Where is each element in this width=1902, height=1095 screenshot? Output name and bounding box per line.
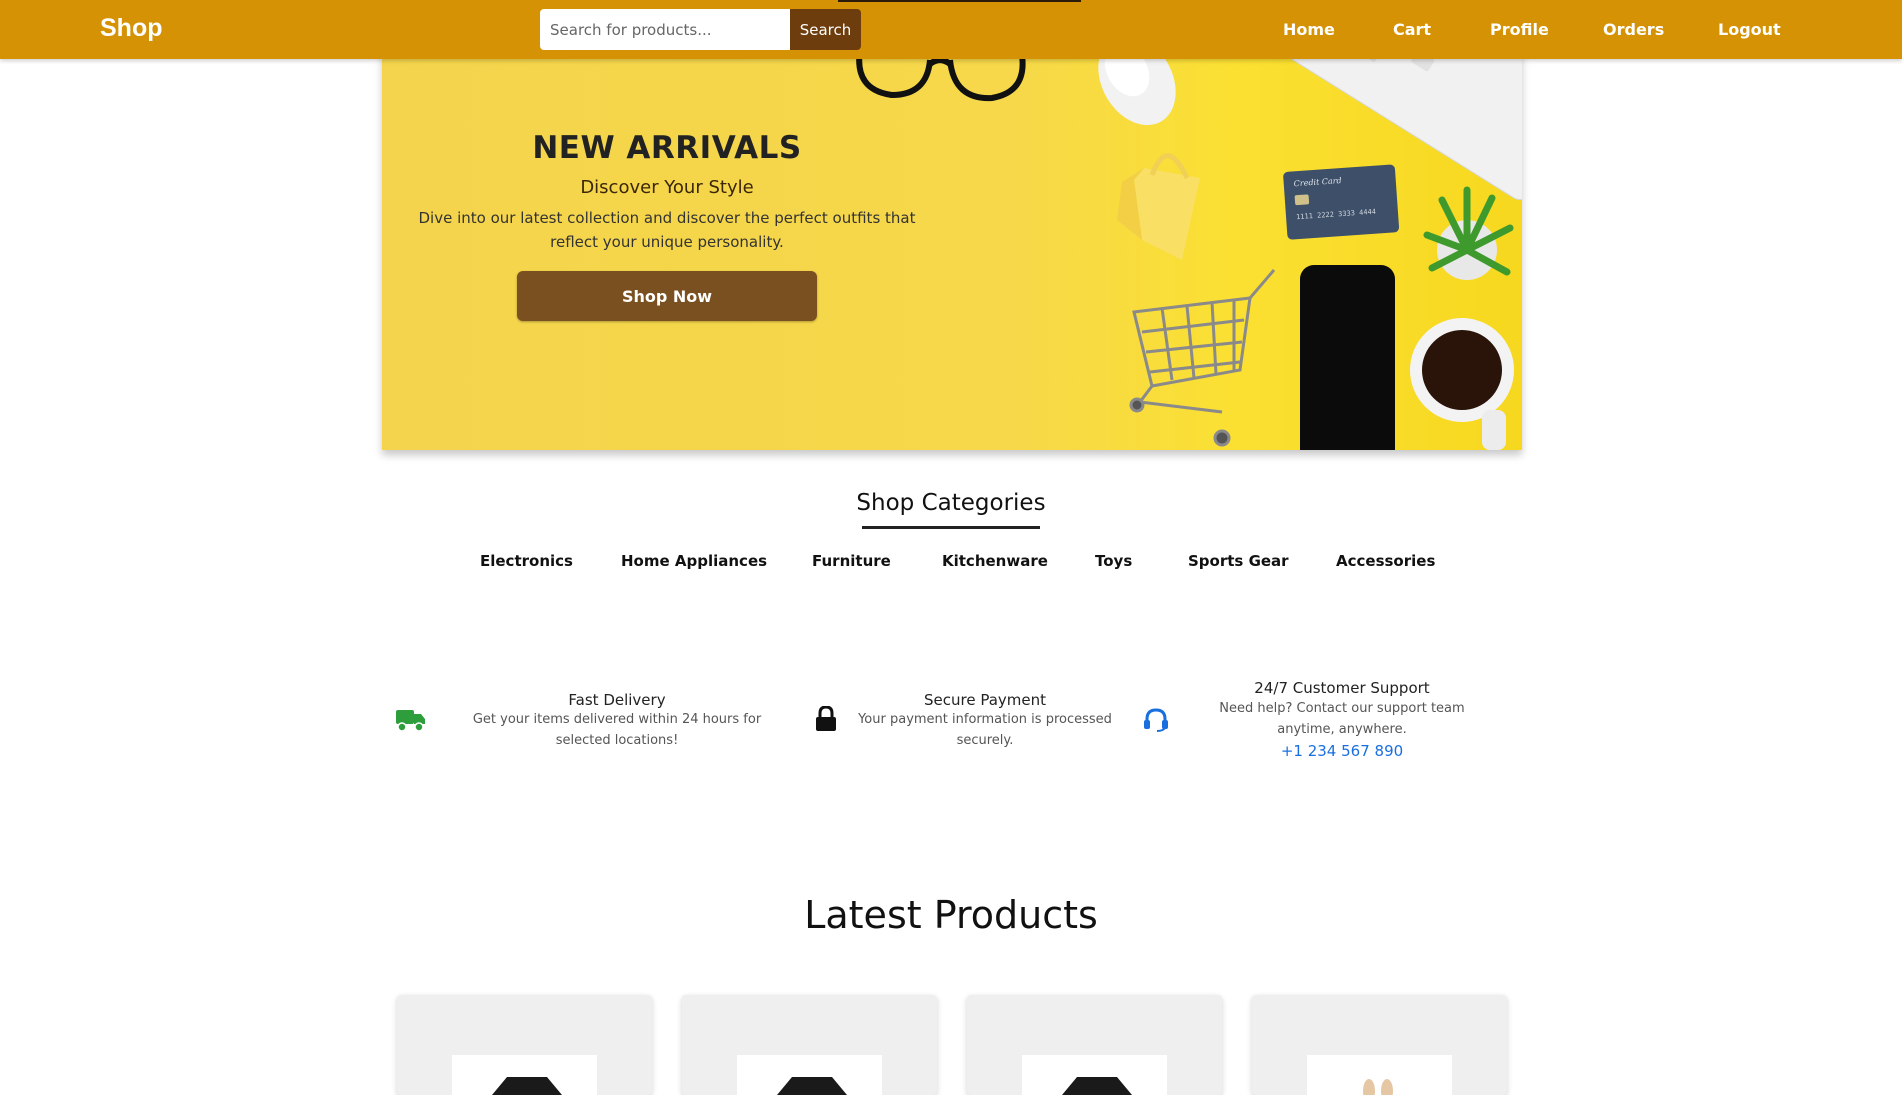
product-image[interactable] <box>737 1055 882 1095</box>
hero-title: NEW ARRIVALS <box>532 130 802 166</box>
nav-cart-link[interactable]: Cart <box>1393 20 1431 39</box>
hero-description: Dive into our latest collection and disc… <box>418 209 916 251</box>
coffee-cup-icon <box>1410 318 1514 450</box>
categories-heading: Shop Categories <box>856 490 1046 516</box>
categories-heading-underline <box>862 526 1040 529</box>
search-input[interactable] <box>540 9 790 50</box>
product-image[interactable] <box>1022 1055 1167 1095</box>
hero-subtitle: Discover Your Style <box>580 177 754 198</box>
headset-icon <box>1144 708 1168 732</box>
nav-home-link[interactable]: Home <box>1283 20 1335 39</box>
product-image[interactable] <box>1307 1055 1452 1095</box>
category-furniture[interactable]: Furniture <box>812 552 891 570</box>
product-card[interactable] <box>1252 995 1507 1095</box>
latest-products-heading: Latest Products <box>804 893 1098 937</box>
feature-desc-customer-support: Need help? Contact our support team anyt… <box>1219 701 1465 737</box>
category-home-appliances[interactable]: Home Appliances <box>621 552 767 570</box>
category-toys[interactable]: Toys <box>1095 552 1132 570</box>
shop-now-button[interactable]: Shop Now <box>517 271 817 321</box>
support-phone-link[interactable]: +1 234 567 890 <box>1192 742 1492 760</box>
hero-banner: Credit Card 1111 2222 3333 4444 NEW ARRI… <box>382 50 1522 450</box>
truck-icon <box>396 710 425 732</box>
feature-title-fast-delivery: Fast Delivery <box>568 691 666 709</box>
nav-orders-link[interactable]: Orders <box>1603 20 1664 39</box>
category-sports-gear[interactable]: Sports Gear <box>1188 552 1289 570</box>
search-button[interactable]: Search <box>790 9 861 50</box>
feature-desc-fast-delivery: Get your items delivered within 24 hours… <box>472 712 762 748</box>
credit-card-icon: Credit Card 1111 2222 3333 4444 <box>1283 164 1400 240</box>
feature-title-customer-support: 24/7 Customer Support <box>1254 679 1430 697</box>
category-electronics[interactable]: Electronics <box>480 552 573 570</box>
product-card[interactable] <box>967 995 1222 1095</box>
brand-logo[interactable]: Shop <box>100 14 163 43</box>
lock-icon <box>816 706 836 731</box>
product-card[interactable] <box>682 995 937 1095</box>
feature-title-secure-payment: Secure Payment <box>923 691 1046 709</box>
product-card[interactable] <box>397 995 652 1095</box>
category-accessories[interactable]: Accessories <box>1336 552 1435 570</box>
nav-logout-link[interactable]: Logout <box>1718 20 1781 39</box>
product-image[interactable] <box>452 1055 597 1095</box>
nav-profile-link[interactable]: Profile <box>1490 20 1549 39</box>
shopping-bag-icon <box>1117 153 1200 260</box>
nav-divider <box>838 0 1081 2</box>
mouse-icon <box>1098 50 1176 126</box>
category-kitchenware[interactable]: Kitchenware <box>942 552 1048 570</box>
feature-desc-secure-payment: Your payment information is processed se… <box>858 712 1112 748</box>
top-navbar: Shop Search Home Cart Profile Orders Log… <box>0 0 1902 59</box>
phone-icon <box>1300 265 1395 450</box>
cart-icon <box>1129 269 1276 447</box>
plant-icon <box>1423 186 1514 280</box>
